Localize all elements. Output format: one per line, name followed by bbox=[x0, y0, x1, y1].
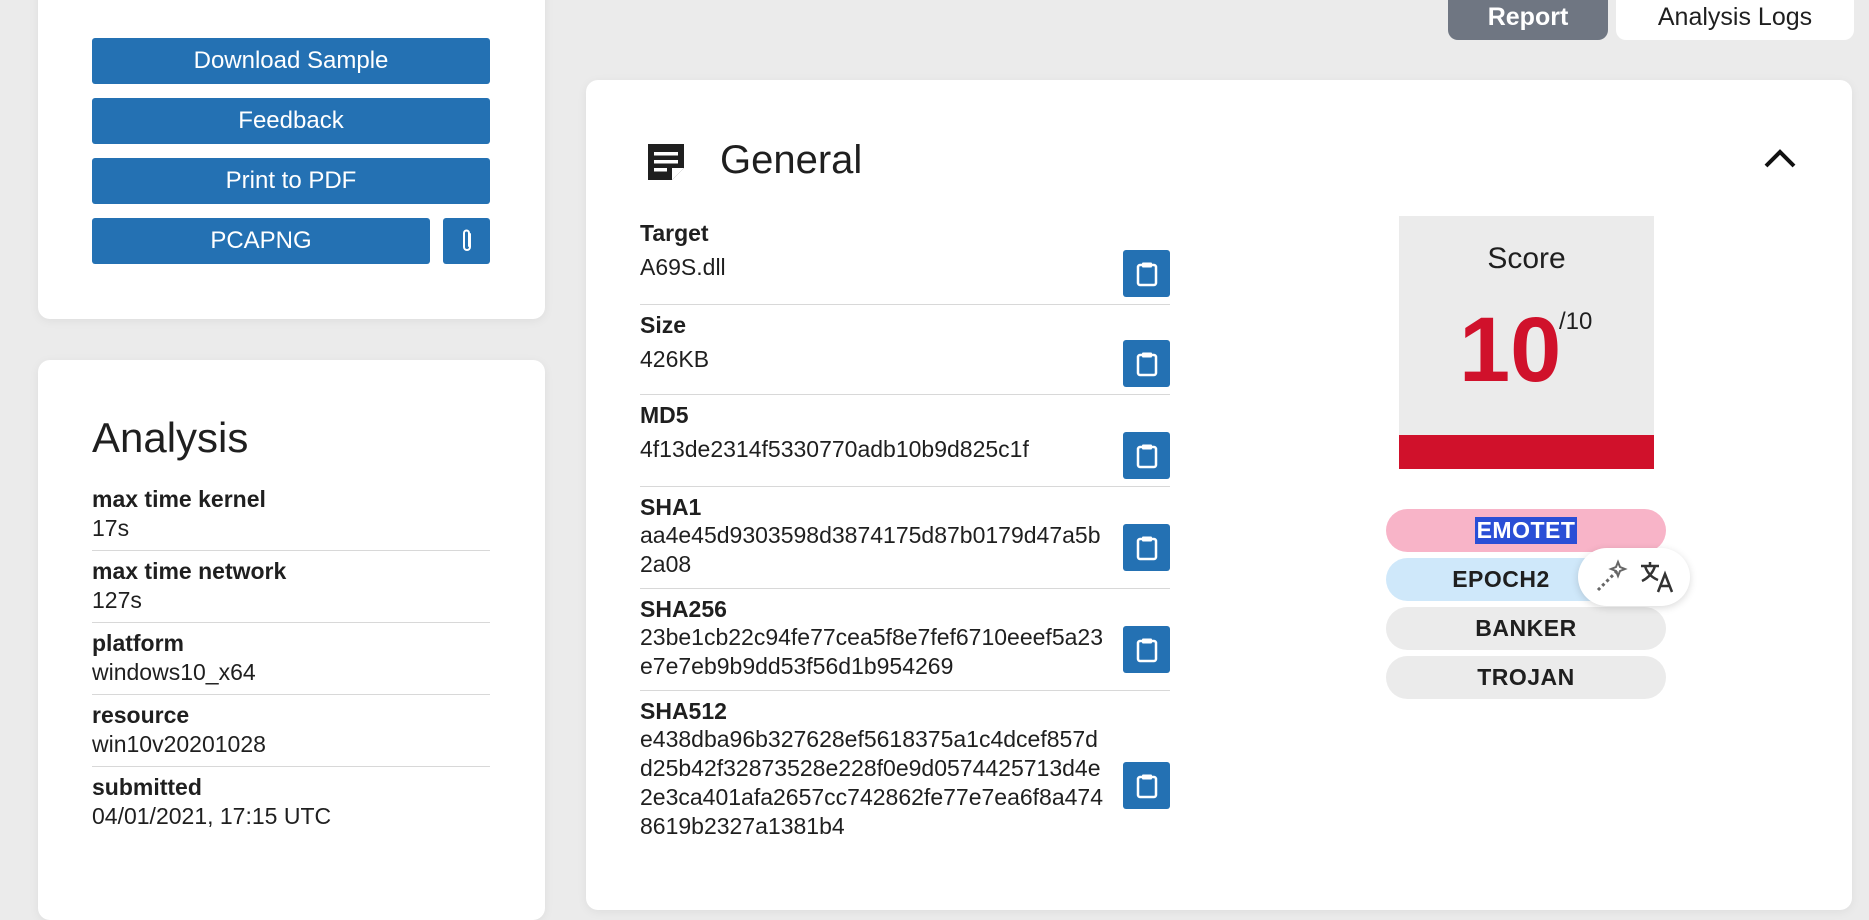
pcapng-button[interactable]: PCAPNG bbox=[92, 218, 430, 264]
analysis-value: 04/01/2021, 17:15 UTC bbox=[92, 803, 332, 829]
field-sha256: SHA256 23be1cb22c94fe77cea5f8e7fef6710ee… bbox=[640, 596, 1170, 691]
score-value: 10 bbox=[1459, 299, 1562, 401]
clipboard-icon bbox=[1136, 536, 1157, 560]
field-sha1: SHA1 aa4e45d9303598d3874175d87b0179d47a5… bbox=[640, 494, 1170, 589]
tag-label: EPOCH2 bbox=[1452, 566, 1550, 592]
tag-label: EMOTET bbox=[1474, 517, 1578, 544]
field-key: SHA256 bbox=[640, 596, 727, 622]
score-label: Score bbox=[1487, 242, 1566, 275]
clipboard-icon bbox=[1136, 638, 1157, 662]
paperclip-icon bbox=[462, 229, 471, 251]
field-key: MD5 bbox=[640, 402, 689, 428]
note-icon bbox=[648, 144, 684, 180]
copy-md5-button[interactable] bbox=[1123, 432, 1170, 479]
general-title: General bbox=[720, 138, 863, 182]
copy-sha512-button[interactable] bbox=[1123, 762, 1170, 809]
print-to-pdf-button[interactable]: Print to PDF bbox=[92, 158, 490, 204]
field-value: 426KB bbox=[640, 346, 710, 372]
analysis-key: max time kernel bbox=[92, 486, 266, 512]
analysis-row: resource win10v20201028 bbox=[92, 694, 490, 767]
selection-toolbar bbox=[1578, 548, 1690, 606]
tag-emotet[interactable]: EMOTET bbox=[1386, 509, 1666, 552]
analysis-card: Analysis max time kernel 17s max time ne… bbox=[38, 360, 545, 920]
general-card: General Target A69S.dll Size 426KB MD5 4… bbox=[586, 80, 1852, 910]
score-max: /10 bbox=[1559, 308, 1593, 335]
analysis-key: resource bbox=[92, 702, 190, 728]
chevron-up-icon[interactable] bbox=[1762, 146, 1798, 170]
analysis-value: 127s bbox=[92, 587, 142, 613]
analysis-key: submitted bbox=[92, 774, 202, 800]
copy-sha1-button[interactable] bbox=[1123, 524, 1170, 571]
tag-trojan[interactable]: TROJAN bbox=[1386, 656, 1666, 699]
tab-analysis-logs[interactable]: Analysis Logs bbox=[1616, 0, 1854, 40]
analysis-value: windows10_x64 bbox=[92, 659, 256, 685]
tab-report[interactable]: Report bbox=[1448, 0, 1608, 40]
translate-icon[interactable] bbox=[1638, 558, 1676, 596]
magic-wand-icon[interactable] bbox=[1592, 558, 1630, 596]
score-bar bbox=[1399, 435, 1654, 469]
analysis-key: platform bbox=[92, 630, 184, 656]
tag-banker[interactable]: BANKER bbox=[1386, 607, 1666, 650]
actions-card: Download Sample Feedback Print to PDF PC… bbox=[38, 0, 545, 319]
clipboard-icon bbox=[1136, 444, 1157, 468]
field-target: Target A69S.dll bbox=[640, 220, 1170, 305]
field-key: Target bbox=[640, 220, 709, 246]
analysis-value: win10v20201028 bbox=[92, 731, 266, 757]
field-md5: MD5 4f13de2314f5330770adb10b9d825c1f bbox=[640, 402, 1170, 487]
field-value: aa4e45d9303598d3874175d87b0179d47a5b2a08 bbox=[640, 522, 1101, 577]
field-size: Size 426KB bbox=[640, 312, 1170, 395]
copy-target-button[interactable] bbox=[1123, 250, 1170, 297]
analysis-key: max time network bbox=[92, 558, 287, 584]
analysis-value: 17s bbox=[92, 515, 130, 541]
analysis-row: max time kernel 17s bbox=[92, 478, 490, 551]
field-sha512: SHA512 e438dba96b327628ef5618375a1c4dcef… bbox=[640, 698, 1170, 858]
field-value: 4f13de2314f5330770adb10b9d825c1f bbox=[640, 436, 1029, 462]
copy-sha256-button[interactable] bbox=[1123, 626, 1170, 673]
field-key: Size bbox=[640, 312, 687, 338]
analysis-row: max time network 127s bbox=[92, 550, 490, 623]
score-panel: Score 10 /10 bbox=[1399, 216, 1654, 469]
analysis-row: platform windows10_x64 bbox=[92, 622, 490, 695]
feedback-button[interactable]: Feedback bbox=[92, 98, 490, 144]
download-sample-button[interactable]: Download Sample bbox=[92, 38, 490, 84]
field-value: A69S.dll bbox=[640, 254, 726, 280]
field-key: SHA512 bbox=[640, 698, 727, 724]
tag-label: TROJAN bbox=[1477, 664, 1575, 690]
attachment-button[interactable] bbox=[443, 218, 490, 264]
field-value: 23be1cb22c94fe77cea5f8e7fef6710eeef5a23e… bbox=[640, 624, 1103, 679]
clipboard-icon bbox=[1136, 774, 1157, 798]
copy-size-button[interactable] bbox=[1123, 340, 1170, 387]
field-value: e438dba96b327628ef5618375a1c4dcef857dd25… bbox=[640, 726, 1103, 839]
analysis-row: submitted 04/01/2021, 17:15 UTC bbox=[92, 766, 490, 838]
clipboard-icon bbox=[1136, 352, 1157, 376]
clipboard-icon bbox=[1136, 262, 1157, 286]
analysis-title: Analysis bbox=[92, 414, 249, 461]
field-key: SHA1 bbox=[640, 494, 702, 520]
tag-label: BANKER bbox=[1475, 615, 1577, 641]
